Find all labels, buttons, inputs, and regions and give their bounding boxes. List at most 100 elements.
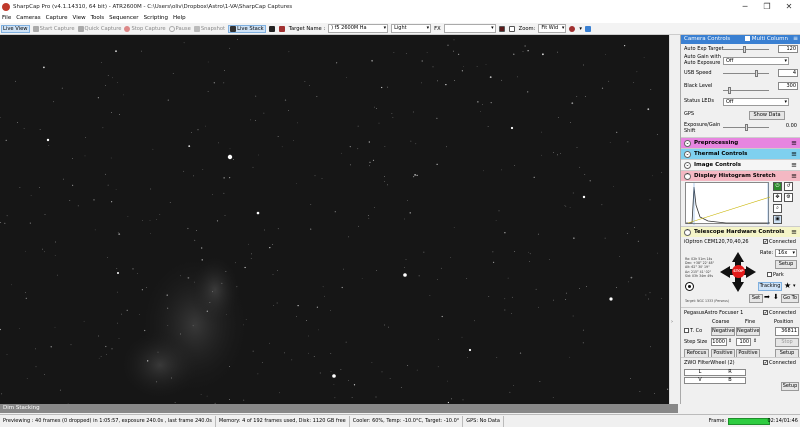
menu-cameras[interactable]: Cameras — [16, 15, 40, 21]
move-icon[interactable]: ✥ — [773, 193, 782, 202]
snapshot-button[interactable]: Snapshot — [193, 25, 225, 32]
crosshair-icon[interactable] — [685, 282, 694, 291]
menu-file[interactable]: File — [2, 15, 11, 21]
start-capture-button[interactable]: Start Capture — [32, 25, 75, 32]
image-viewport[interactable] — [0, 35, 669, 404]
exposure-gain-shift-slider[interactable] — [723, 124, 769, 131]
filter-v-button[interactable]: V — [685, 378, 715, 383]
slew-south-icon[interactable] — [732, 282, 744, 292]
mount-set-button[interactable]: Set — [749, 294, 763, 303]
menu-scripting[interactable]: Scripting — [144, 15, 168, 21]
settings-button[interactable] — [584, 25, 592, 32]
mount-setup-button[interactable]: Setup — [775, 260, 797, 269]
focuser-stop-button[interactable]: Stop — [775, 338, 799, 347]
minimize-button[interactable]: ─ — [734, 0, 756, 13]
auto-exp-target-input[interactable]: 120 — [778, 45, 798, 53]
telescope-controls-section[interactable]: ⌃ Telescope Hardware Controls ≡ — [681, 226, 800, 237]
zoom-icon[interactable]: ⌕ — [773, 204, 782, 213]
target-name-select[interactable]: ) f5 2600M Ha — [328, 24, 389, 33]
park-checkbox[interactable] — [767, 272, 772, 277]
focuser-position-input[interactable]: 36811 — [775, 327, 799, 336]
mount-stop-button[interactable]: STOP — [732, 265, 745, 278]
settings-gear-icon[interactable]: ⚙ — [784, 193, 793, 202]
temp-comp-toggle[interactable]: T. Co — [684, 328, 702, 334]
fine-step-spinner-icon[interactable]: ⇕ — [753, 338, 757, 344]
panel-menu-icon[interactable]: ≡ — [793, 36, 798, 42]
slider-knob[interactable] — [743, 46, 746, 53]
focuser-connected-checkbox[interactable]: ✔ — [763, 310, 768, 315]
close-button[interactable]: ✕ — [778, 0, 800, 13]
tracking-dropdown-icon[interactable]: ▾ — [793, 283, 796, 289]
filter-wheel-connected-checkbox[interactable]: ✔ — [763, 360, 768, 365]
reset-icon[interactable]: ↺ — [784, 182, 793, 191]
live-view-button[interactable]: Live View — [1, 24, 30, 33]
filter-r-button[interactable]: R — [715, 370, 745, 375]
slew-east-icon[interactable] — [720, 266, 730, 278]
preprocessing-section[interactable]: ⌄ Preprocessing ≡ — [681, 137, 800, 148]
quick-capture-button[interactable]: Quick Capture — [77, 25, 121, 32]
focuser-connected-toggle[interactable]: ✔ Connected — [763, 310, 796, 316]
stop-capture-button[interactable]: Stop Capture — [124, 25, 166, 32]
usb-speed-input[interactable]: 4 — [778, 69, 798, 77]
collapse-chevron-icon[interactable]: ⌃ — [684, 173, 691, 180]
save-icon[interactable]: ▣ — [773, 215, 782, 224]
fine-step-input[interactable]: 100 — [736, 338, 751, 346]
section-menu-icon[interactable]: ≡ — [791, 227, 797, 237]
tracking-button[interactable]: Tracking — [758, 282, 782, 291]
filter-wheel-setup-button[interactable]: Setup — [781, 382, 799, 391]
usb-speed-slider[interactable] — [723, 70, 769, 77]
overlay-toggle[interactable] — [508, 25, 516, 32]
arrow-down-icon[interactable]: ⬇ — [773, 293, 779, 301]
expand-chevron-icon[interactable]: ⌄ — [684, 140, 691, 147]
coarse-negative-button[interactable]: Negative — [711, 327, 735, 336]
filter-wheel-connected-toggle[interactable]: ✔ Connected — [763, 360, 796, 366]
menu-capture[interactable]: Capture — [46, 15, 68, 21]
temp-comp-checkbox[interactable] — [684, 328, 689, 333]
zoom-select[interactable]: Fit Wid — [538, 24, 567, 33]
histogram-section[interactable]: ⌃ Display Histogram Stretch ≡ — [681, 170, 800, 181]
rate-select[interactable]: 16x — [775, 249, 797, 257]
multi-column-toggle[interactable]: Multi Column — [744, 35, 788, 44]
star-icon[interactable]: ★ — [784, 281, 791, 290]
slew-north-icon[interactable] — [732, 252, 744, 262]
black-level-slider[interactable] — [723, 87, 769, 94]
zoom-dropdown-button[interactable]: ▾ — [579, 26, 582, 32]
expand-chevron-icon[interactable]: ⌄ — [684, 151, 691, 158]
arrow-right-icon[interactable]: ➡ — [764, 293, 770, 301]
viewport-vertical-scrollbar[interactable]: › — [669, 35, 678, 404]
multi-column-checkbox[interactable] — [744, 36, 750, 41]
histogram-graph[interactable] — [685, 182, 771, 225]
goto-button[interactable]: Go To — [781, 294, 799, 303]
filter-l-button[interactable]: L — [685, 370, 715, 375]
color-swatch[interactable] — [498, 25, 506, 32]
step-size-spinner-icon[interactable]: ⇕ — [728, 338, 732, 344]
park-toggle[interactable]: Park — [767, 272, 784, 278]
menu-view[interactable]: View — [73, 15, 86, 21]
show-gps-data-button[interactable]: Show Data — [749, 111, 785, 120]
maximize-button[interactable]: ❐ — [756, 0, 778, 13]
section-menu-icon[interactable]: ≡ — [791, 149, 797, 159]
menu-sequencer[interactable]: Sequencer — [109, 15, 138, 21]
collapse-chevron-icon[interactable]: ⌃ — [684, 229, 691, 236]
live-stack-button[interactable]: Live Stack — [228, 24, 266, 33]
status-leds-select[interactable]: Off — [723, 98, 789, 106]
section-menu-icon[interactable]: ≡ — [791, 160, 797, 170]
image-controls-section[interactable]: ⌄ Image Controls ≡ — [681, 159, 800, 170]
reticle-toggle[interactable] — [278, 25, 286, 32]
auto-exp-target-slider[interactable] — [723, 46, 769, 53]
frame-type-select[interactable]: Light — [391, 24, 432, 33]
section-menu-icon[interactable]: ≡ — [791, 171, 797, 181]
thermal-controls-section[interactable]: ⌄ Thermal Controls ≡ — [681, 148, 800, 159]
slider-knob[interactable] — [728, 87, 731, 94]
menu-help[interactable]: Help — [173, 15, 186, 21]
fx-select[interactable] — [443, 24, 496, 33]
fine-negative-button[interactable]: Negative — [736, 327, 760, 336]
slider-knob[interactable] — [745, 124, 748, 131]
auto-stretch-icon[interactable]: ⏻ — [773, 182, 782, 191]
section-menu-icon[interactable]: ≡ — [791, 138, 797, 148]
menu-tools[interactable]: Tools — [91, 15, 105, 21]
histogram-toggle[interactable] — [268, 25, 276, 32]
step-size-input[interactable]: 1000 — [711, 338, 727, 346]
slew-west-icon[interactable] — [746, 266, 756, 278]
mount-connected-checkbox[interactable]: ✔ — [763, 239, 768, 244]
